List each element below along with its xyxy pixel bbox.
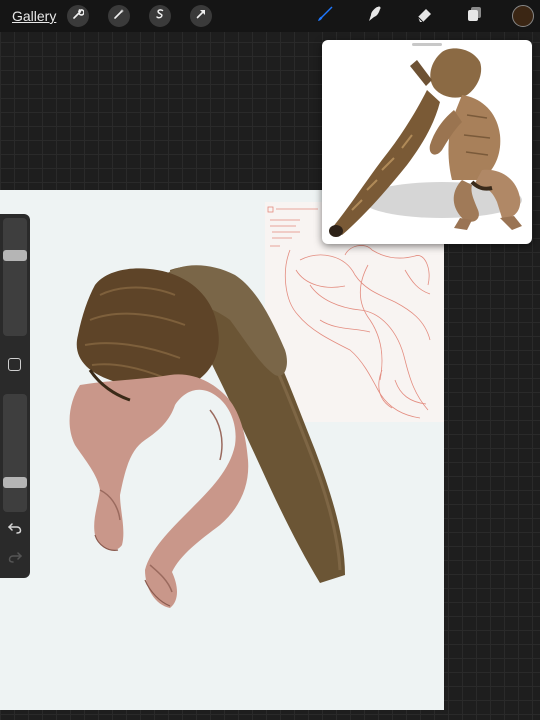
reference-drag-handle[interactable] — [412, 43, 442, 46]
magic-wand-icon — [113, 7, 125, 25]
eraser-icon — [415, 4, 435, 29]
color-swatch[interactable] — [512, 5, 534, 27]
side-toolbar — [0, 214, 30, 578]
undo-button[interactable] — [5, 520, 25, 540]
opacity-slider[interactable] — [3, 394, 27, 512]
procreate-app: Gallery — [0, 0, 540, 720]
reference-window[interactable] — [322, 40, 532, 244]
eraser-button[interactable] — [414, 5, 436, 27]
redo-button[interactable] — [5, 549, 25, 569]
brush-button[interactable] — [314, 5, 336, 27]
top-toolbar: Gallery — [0, 0, 540, 32]
transform-arrow-icon — [195, 7, 207, 25]
smudge-button[interactable] — [364, 5, 386, 27]
brush-size-slider[interactable] — [3, 218, 27, 336]
actions-button[interactable] — [67, 5, 89, 27]
layers-button[interactable] — [463, 5, 485, 27]
wrench-icon — [72, 7, 85, 25]
layers-icon — [464, 4, 484, 29]
undo-icon — [7, 521, 22, 540]
artwork-figure — [69, 206, 431, 608]
reference-image — [329, 48, 522, 237]
selection-button[interactable] — [149, 5, 171, 27]
brush-icon — [315, 4, 335, 29]
redo-icon — [8, 550, 23, 569]
selection-icon — [154, 7, 166, 25]
smudge-icon — [365, 4, 385, 29]
gallery-button[interactable]: Gallery — [12, 8, 56, 24]
opacity-thumb[interactable] — [3, 477, 27, 488]
transform-button[interactable] — [190, 5, 212, 27]
adjustments-button[interactable] — [108, 5, 130, 27]
canvas[interactable] — [0, 190, 444, 710]
brush-size-thumb[interactable] — [3, 250, 27, 261]
modify-button[interactable] — [8, 358, 21, 371]
